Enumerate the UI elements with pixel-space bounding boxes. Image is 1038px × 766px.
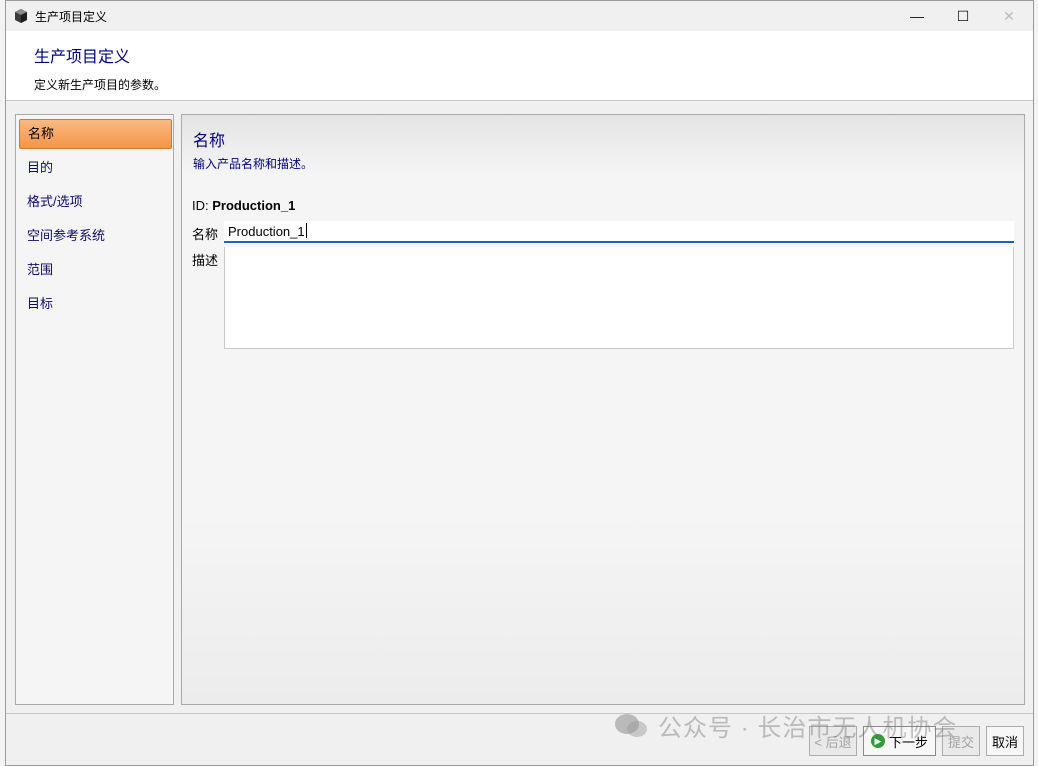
content-panel: 名称 输入产品名称和描述。 ID: Production_1 名称 Produc… bbox=[181, 114, 1025, 705]
nav-item-purpose[interactable]: 目的 bbox=[19, 153, 172, 183]
header-title: 生产项目定义 bbox=[34, 49, 131, 66]
nav-item-extent[interactable]: 范围 bbox=[19, 255, 172, 285]
header-subtitle: 定义新生产项目的参数。 bbox=[34, 78, 167, 92]
nav-item-target[interactable]: 目标 bbox=[19, 289, 172, 319]
text-caret bbox=[305, 223, 307, 238]
dialog-window: 生产项目定义 — ☐ ✕ 生产项目定义 定义新生产项目的参数。 名称 目的 格式… bbox=[5, 0, 1034, 766]
name-input[interactable]: Production_1 bbox=[224, 221, 1014, 243]
id-value: Production_1 bbox=[212, 198, 296, 213]
cancel-button[interactable]: 取消 bbox=[986, 726, 1024, 756]
name-label: 名称 bbox=[192, 227, 219, 242]
wizard-header: 生产项目定义 定义新生产项目的参数。 bbox=[6, 31, 1033, 101]
name-input-value: Production_1 bbox=[228, 224, 305, 239]
window-title: 生产项目定义 bbox=[35, 10, 108, 24]
watermark-text: 公众号 · 长治市无人机协会 bbox=[658, 715, 958, 742]
minimize-button[interactable]: — bbox=[894, 1, 940, 31]
id-label: ID: bbox=[192, 198, 209, 213]
close-icon: ✕ bbox=[1003, 7, 1015, 24]
watermark: 公众号 · 长治市无人机协会 bbox=[614, 708, 957, 743]
minimize-icon: — bbox=[910, 8, 924, 24]
maximize-button[interactable]: ☐ bbox=[940, 1, 986, 31]
id-line: ID: Production_1 bbox=[192, 198, 295, 213]
title-bar[interactable]: 生产项目定义 — ☐ ✕ bbox=[6, 1, 1033, 31]
close-button[interactable]: ✕ bbox=[986, 1, 1032, 31]
cube-icon bbox=[15, 9, 27, 23]
nav-item-format-options[interactable]: 格式/选项 bbox=[19, 187, 172, 217]
wechat-icon bbox=[615, 713, 647, 737]
description-textarea[interactable] bbox=[224, 247, 1014, 349]
nav-item-spatial-reference[interactable]: 空间参考系统 bbox=[19, 221, 172, 251]
wizard-nav: 名称 目的 格式/选项 空间参考系统 范围 目标 bbox=[15, 114, 174, 705]
panel-subtitle: 输入产品名称和描述。 bbox=[193, 157, 314, 171]
maximize-icon: ☐ bbox=[956, 7, 970, 24]
panel-title: 名称 bbox=[193, 133, 226, 150]
description-label: 描述 bbox=[192, 253, 219, 268]
nav-item-name[interactable]: 名称 bbox=[19, 119, 172, 149]
